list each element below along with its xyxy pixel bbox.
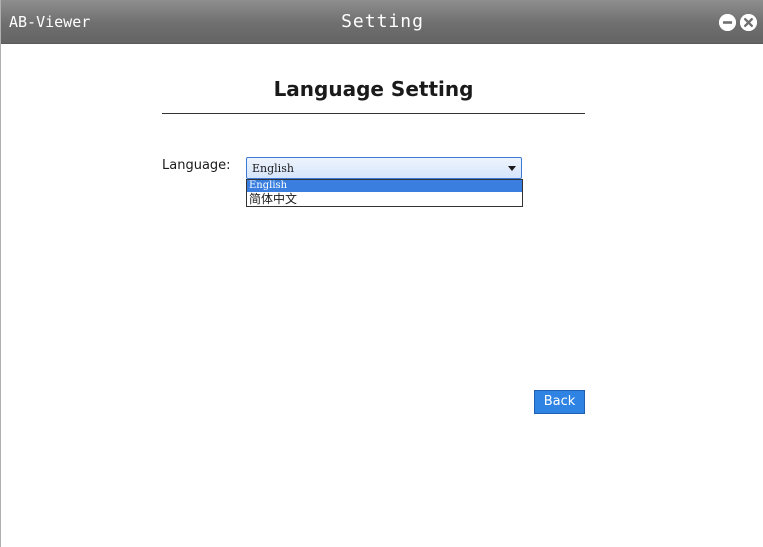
language-label: Language: [162, 158, 231, 173]
language-dropdown-list: English 简体中文 [246, 179, 523, 207]
close-circle-icon [740, 14, 757, 31]
minimize-circle-icon [719, 14, 736, 31]
window-title: Setting [341, 11, 424, 32]
close-button[interactable] [740, 14, 757, 31]
title-bar[interactable]: AB-Viewer Setting [1, 0, 763, 44]
settings-window: AB-Viewer Setting Language Setting Langu… [0, 0, 763, 547]
language-option-simplified-chinese[interactable]: 简体中文 [247, 192, 522, 206]
language-option-english[interactable]: English [247, 180, 522, 192]
back-button[interactable]: Back [534, 390, 585, 414]
minimize-button[interactable] [719, 14, 736, 31]
chevron-down-icon [508, 166, 516, 171]
title-divider [162, 113, 585, 114]
language-select-value: English [252, 162, 294, 175]
page-title: Language Setting [273, 77, 474, 101]
language-select[interactable]: English [246, 157, 522, 179]
